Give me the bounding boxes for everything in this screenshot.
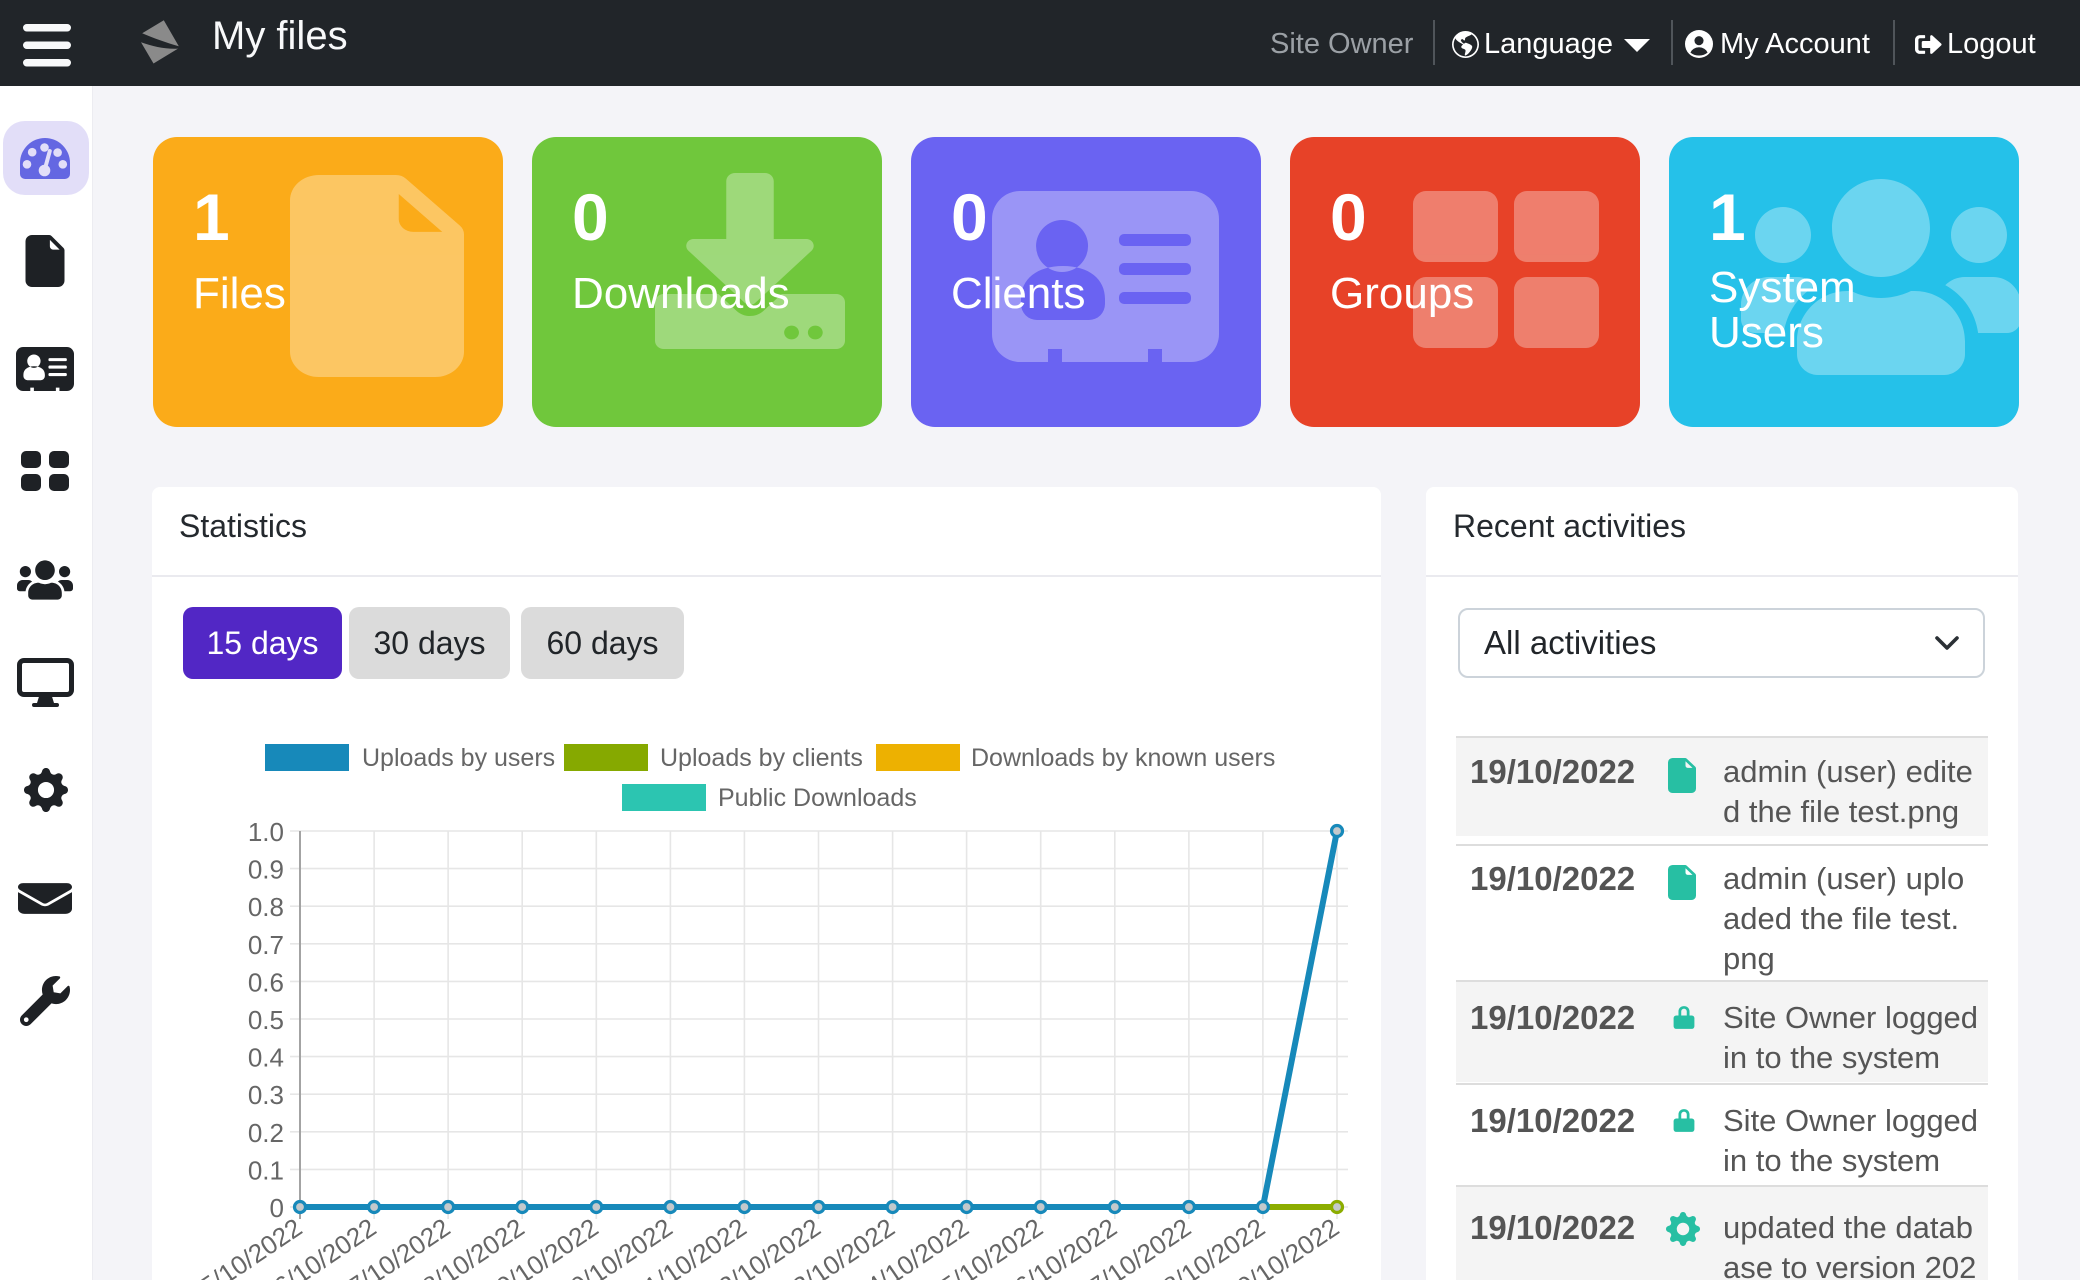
- svg-text:0.1: 0.1: [248, 1155, 284, 1185]
- svg-text:0.5: 0.5: [248, 1005, 284, 1035]
- svg-text:0.4: 0.4: [248, 1043, 284, 1073]
- svg-text:0.7: 0.7: [248, 930, 284, 960]
- svg-text:0.8: 0.8: [248, 892, 284, 922]
- svg-text:0.9: 0.9: [248, 855, 284, 885]
- svg-text:0.3: 0.3: [248, 1080, 284, 1110]
- svg-text:0.2: 0.2: [248, 1118, 284, 1148]
- svg-text:0.6: 0.6: [248, 967, 284, 997]
- svg-text:1.0: 1.0: [248, 817, 284, 847]
